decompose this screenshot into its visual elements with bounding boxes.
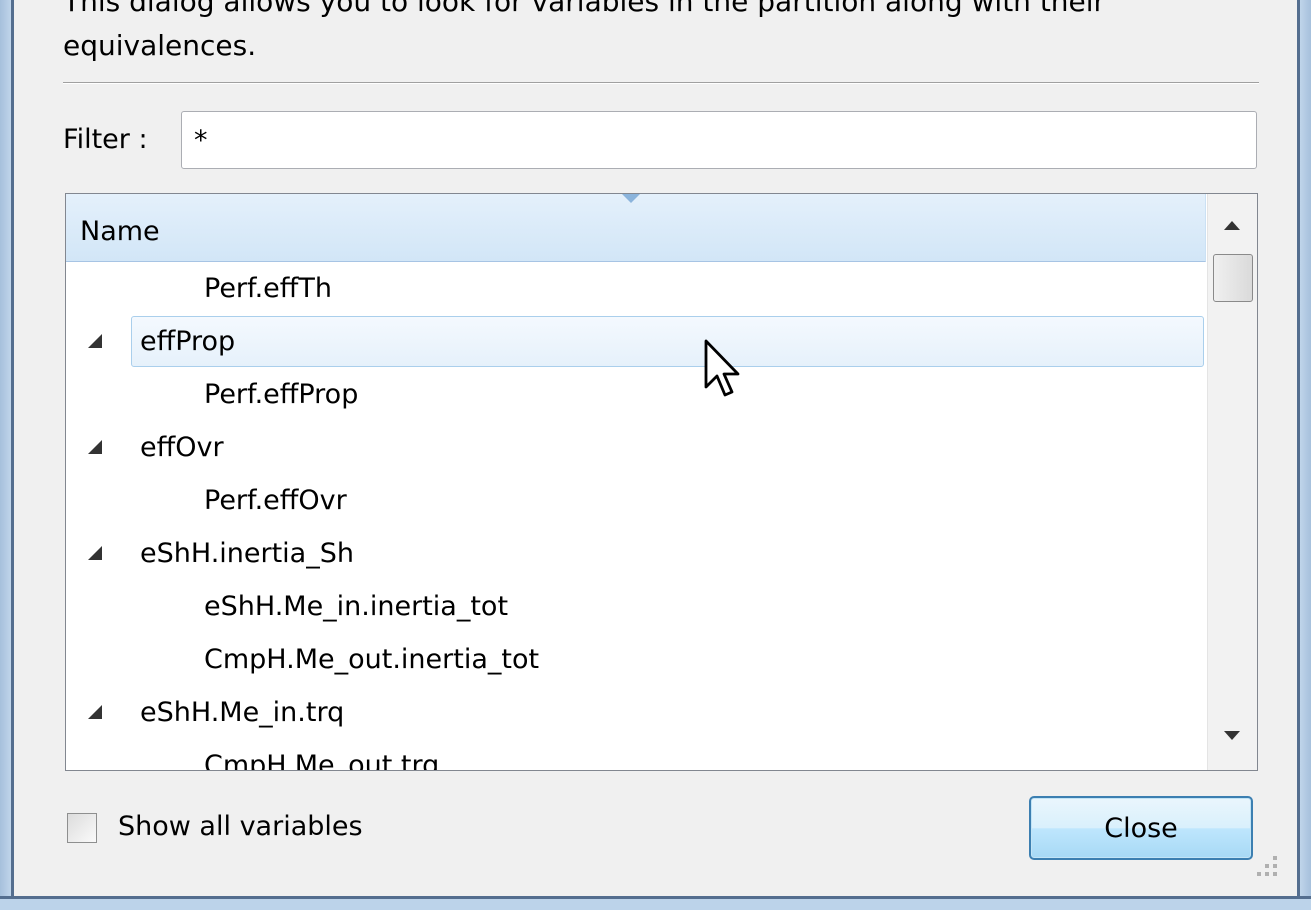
tree-child-row[interactable]: Perf.effTh xyxy=(66,262,1206,315)
sort-descending-icon xyxy=(622,194,640,203)
expanded-triangle-icon[interactable] xyxy=(88,705,102,719)
scroll-thumb[interactable] xyxy=(1213,254,1253,302)
tree-row-label: effProp xyxy=(140,326,236,357)
tree-row-label: eShH.inertia_Sh xyxy=(140,538,354,569)
tree-child-row[interactable]: eShH.Me_in.inertia_tot xyxy=(66,580,1206,633)
column-header-name[interactable]: Name xyxy=(66,194,1206,262)
tree-row-label: CmpH.Me_out.trq xyxy=(204,750,440,771)
show-all-checkbox[interactable] xyxy=(67,813,97,843)
resize-grip-icon[interactable] xyxy=(1255,854,1279,878)
tree-parent-row[interactable]: eShH.inertia_Sh xyxy=(66,527,1206,580)
variables-tree[interactable]: Name Perf.effTh effProp Perf.effProp effOvr… xyxy=(65,193,1258,771)
tree-child-row[interactable]: CmpH.Me_out.trq xyxy=(66,739,1206,771)
tree-child-row[interactable]: Perf.effOvr xyxy=(66,474,1206,527)
tree-row-label: CmpH.Me_out.inertia_tot xyxy=(204,644,540,675)
mouse-pointer-icon xyxy=(704,339,740,397)
tree-parent-row[interactable]: eShH.Me_in.trq xyxy=(66,686,1206,739)
tree-rows: Perf.effTh effProp Perf.effProp effOvr Perf.… xyxy=(66,262,1206,771)
expanded-triangle-icon[interactable] xyxy=(88,440,102,454)
row-highlight xyxy=(131,316,1204,367)
expanded-triangle-icon[interactable] xyxy=(88,334,102,348)
tree-parent-row[interactable]: effOvr xyxy=(66,421,1206,474)
tree-row-label: Perf.effOvr xyxy=(204,485,347,516)
tree-row-label: eShH.Me_in.inertia_tot xyxy=(204,591,509,622)
separator xyxy=(63,82,1259,84)
tree-row-label: Perf.effProp xyxy=(204,379,359,410)
close-button[interactable]: Close xyxy=(1029,796,1253,860)
scroll-down-arrow-icon[interactable] xyxy=(1224,731,1240,740)
tree-row-label: effOvr xyxy=(140,432,224,463)
tree-parent-row[interactable]: effProp xyxy=(66,315,1206,368)
tree-child-row[interactable]: Perf.effProp xyxy=(66,368,1206,421)
vertical-scrollbar[interactable] xyxy=(1207,194,1257,770)
window-bottom-border xyxy=(0,896,1311,910)
column-header-label: Name xyxy=(80,216,160,247)
dialog-description: This dialog allows you to look for varia… xyxy=(63,0,1106,62)
filter-label: Filter : xyxy=(63,124,148,155)
window-left-border xyxy=(0,0,14,910)
expanded-triangle-icon[interactable] xyxy=(88,546,102,560)
filter-input[interactable] xyxy=(181,111,1257,169)
window-right-border xyxy=(1297,0,1311,910)
tree-row-label: eShH.Me_in.trq xyxy=(140,697,345,728)
scroll-up-arrow-icon[interactable] xyxy=(1224,221,1240,230)
show-all-label[interactable]: Show all variables xyxy=(118,811,363,842)
tree-child-row[interactable]: CmpH.Me_out.inertia_tot xyxy=(66,633,1206,686)
dialog-client-area: This dialog allows you to look for varia… xyxy=(14,0,1297,896)
tree-row-label: Perf.effTh xyxy=(204,273,332,304)
